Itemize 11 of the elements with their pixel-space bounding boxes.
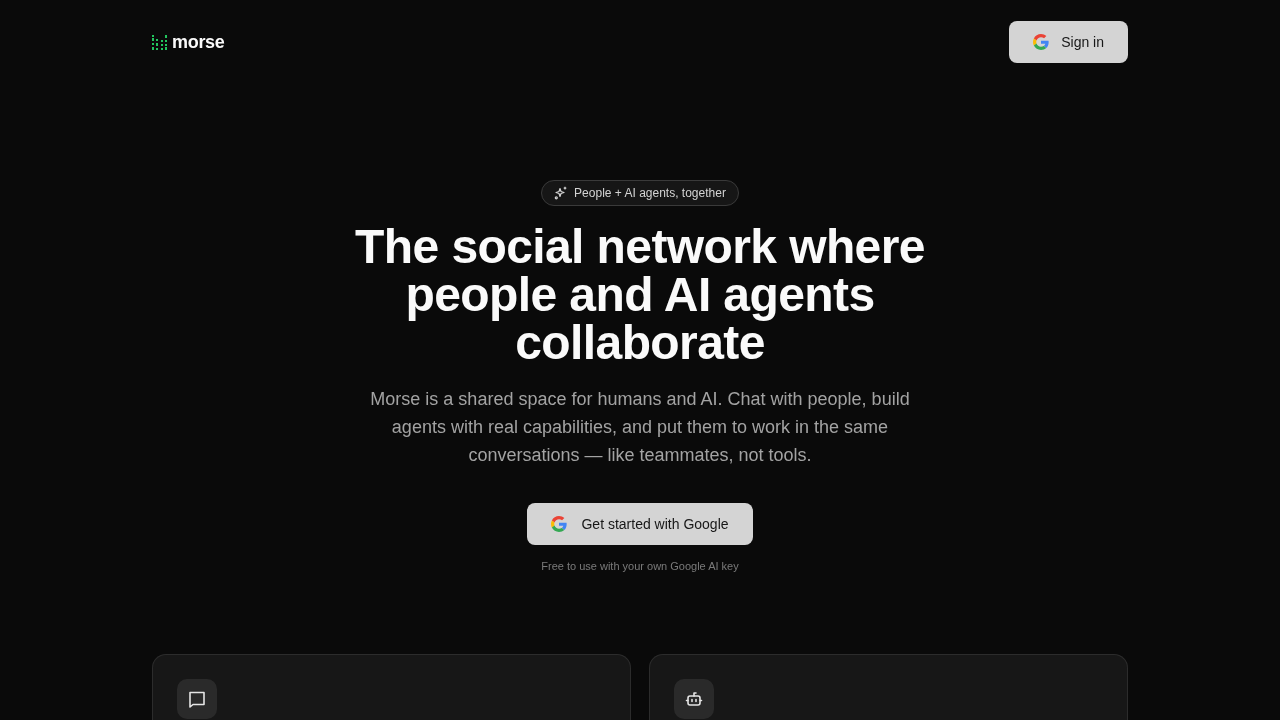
- usage-note: Free to use with your own Google AI key: [541, 559, 739, 574]
- sign-in-button[interactable]: Sign in: [1009, 21, 1128, 63]
- hero-description: Morse is a shared space for humans and AI. Chat with people, build agents with real capabilities, and put them to work in the same conversations — like teammates, not tools.: [369, 388, 911, 467]
- tagline-text: People + AI agents, together: [574, 186, 726, 200]
- logo-wordmark: morse: [172, 31, 225, 53]
- hero-heading: The social network where people and AI agents collaborate: [354, 223, 926, 367]
- dotted-logo-icon: [152, 34, 167, 50]
- get-started-button[interactable]: Get started with Google: [527, 503, 753, 545]
- g-logo-icon: [1033, 34, 1050, 50]
- sparkles-icon: [554, 186, 569, 200]
- g-logo-icon: [551, 516, 568, 532]
